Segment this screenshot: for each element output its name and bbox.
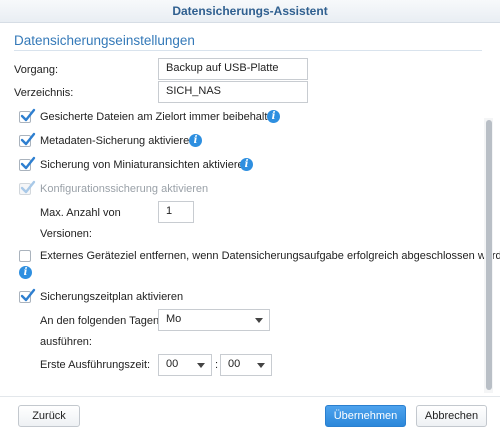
first-run-time-label: Erste Ausführungszeit: <box>40 359 151 371</box>
checkmark-icon <box>20 132 36 146</box>
schedule-days-label-cont: ausführen: <box>40 336 92 348</box>
max-versions-label-cont: Versionen: <box>40 228 92 240</box>
window-title: Datensicherungs-Assistent <box>172 4 328 18</box>
schedule-checkbox[interactable] <box>19 288 36 303</box>
max-versions-label: Max. Anzahl von <box>40 207 121 219</box>
title-bar: Datensicherungs-Assistent <box>0 0 500 23</box>
schedule-label: Sicherungszeitplan aktivieren <box>40 291 184 303</box>
thumbnail-backup-label: Sicherung von Miniaturansichten aktivier… <box>40 159 250 171</box>
chevron-down-icon <box>255 318 263 323</box>
remove-external-target-checkbox[interactable] <box>19 250 31 262</box>
time-separator: : <box>215 359 219 371</box>
info-icon[interactable]: i <box>189 134 202 147</box>
metadata-backup-checkbox[interactable] <box>19 132 36 147</box>
chevron-down-icon <box>197 363 205 368</box>
max-versions-input[interactable]: 1 <box>158 201 194 223</box>
info-icon[interactable]: i <box>19 266 32 279</box>
section-title: Datensicherungseinstellungen <box>14 33 195 48</box>
remove-external-target-label: Externes Geräteziel entfernen, wenn Date… <box>40 250 500 262</box>
schedule-days-label: An den folgenden Tagen <box>40 315 160 327</box>
apply-button[interactable]: Übernehmen <box>325 405 406 427</box>
checkmark-icon <box>20 288 36 302</box>
vorgang-label: Vorgang: <box>14 64 59 76</box>
vorgang-field[interactable]: Backup auf USB-Platte <box>158 58 308 80</box>
checkmark-icon <box>20 156 36 170</box>
config-backup-checkbox <box>19 180 36 195</box>
back-button[interactable]: Zurück <box>18 405 80 427</box>
minute-dropdown[interactable]: 00 <box>220 354 272 376</box>
cancel-button[interactable]: Abbrechen <box>416 405 487 427</box>
info-icon[interactable]: i <box>240 158 253 171</box>
keep-files-checkbox[interactable] <box>19 108 36 123</box>
schedule-days-value: Mo <box>166 313 182 325</box>
chevron-down-icon <box>257 363 265 368</box>
footer-divider <box>0 396 500 397</box>
schedule-days-dropdown[interactable]: Mo <box>158 309 270 331</box>
scrollbar-thumb[interactable] <box>486 120 492 390</box>
hour-dropdown[interactable]: 00 <box>158 354 212 376</box>
hour-value: 00 <box>166 358 179 370</box>
info-icon[interactable]: i <box>267 110 280 123</box>
section-divider <box>14 50 482 51</box>
minute-value: 00 <box>228 358 241 370</box>
checkmark-icon <box>20 180 36 194</box>
checkmark-icon <box>20 108 36 122</box>
metadata-backup-label: Metadaten-Sicherung aktivieren <box>40 135 196 147</box>
verzeichnis-field[interactable]: SICH_NAS <box>158 81 308 103</box>
keep-files-label: Gesicherte Dateien am Zielort immer beib… <box>40 111 280 123</box>
thumbnail-backup-checkbox[interactable] <box>19 156 36 171</box>
config-backup-label: Konfigurationssicherung aktivieren <box>40 183 209 195</box>
verzeichnis-label: Verzeichnis: <box>14 87 74 99</box>
